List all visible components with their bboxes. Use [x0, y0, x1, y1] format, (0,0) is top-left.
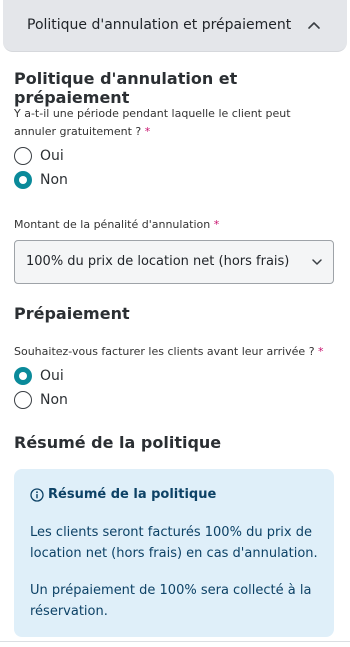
- free-cancellation-question: Y a-t-il une période pendant laquelle le…: [14, 107, 291, 138]
- summary-box-title: Résumé de la politique: [48, 487, 217, 502]
- radio-prepayment-no[interactable]: Non: [14, 390, 68, 410]
- radio-label: Oui: [40, 368, 64, 384]
- chevron-down-icon: [312, 259, 322, 265]
- policy-summary-box: Résumé de la politique Les clients seron…: [14, 469, 334, 637]
- penalty-select-value: 100% du prix de location net (hors frais…: [26, 254, 290, 269]
- penalty-field-label: Montant de la pénalité d'annulation *: [14, 218, 220, 231]
- chevron-up-icon[interactable]: [306, 17, 322, 33]
- required-mark: *: [318, 345, 324, 358]
- radio-button-checked[interactable]: [14, 367, 32, 385]
- prepayment-question: Souhaitez-vous facturer les clients avan…: [14, 345, 324, 358]
- accordion-header[interactable]: Politique d'annulation et prépaiement: [3, 0, 347, 52]
- radio-prepayment-yes[interactable]: Oui: [14, 366, 64, 386]
- radio-button[interactable]: [14, 391, 32, 409]
- cancellation-section-title: Politique d'annulation et prépaiement: [14, 69, 238, 107]
- required-mark: *: [213, 218, 220, 231]
- summary-box-header: Résumé de la politique: [30, 487, 216, 502]
- radio-label: Oui: [40, 148, 64, 164]
- summary-prepayment-text: Un prépaiement de 100% sera collecté à l…: [30, 583, 312, 619]
- radio-free-cancel-no[interactable]: Non: [14, 170, 68, 190]
- prepayment-section-title: Prépaiement: [14, 304, 130, 323]
- penalty-select[interactable]: 100% du prix de location net (hors frais…: [14, 240, 334, 284]
- summary-cancellation-text: Les clients seront facturés 100% du prix…: [30, 525, 318, 561]
- radio-label: Non: [40, 172, 68, 188]
- radio-label: Non: [40, 392, 68, 408]
- required-mark: *: [144, 125, 151, 138]
- divider: [0, 641, 350, 642]
- radio-button-checked[interactable]: [14, 171, 32, 189]
- accordion-title: Politique d'annulation et prépaiement: [27, 17, 292, 33]
- radio-free-cancel-yes[interactable]: Oui: [14, 146, 64, 166]
- radio-button[interactable]: [14, 147, 32, 165]
- info-icon: [30, 487, 44, 502]
- summary-section-title: Résumé de la politique: [14, 433, 222, 452]
